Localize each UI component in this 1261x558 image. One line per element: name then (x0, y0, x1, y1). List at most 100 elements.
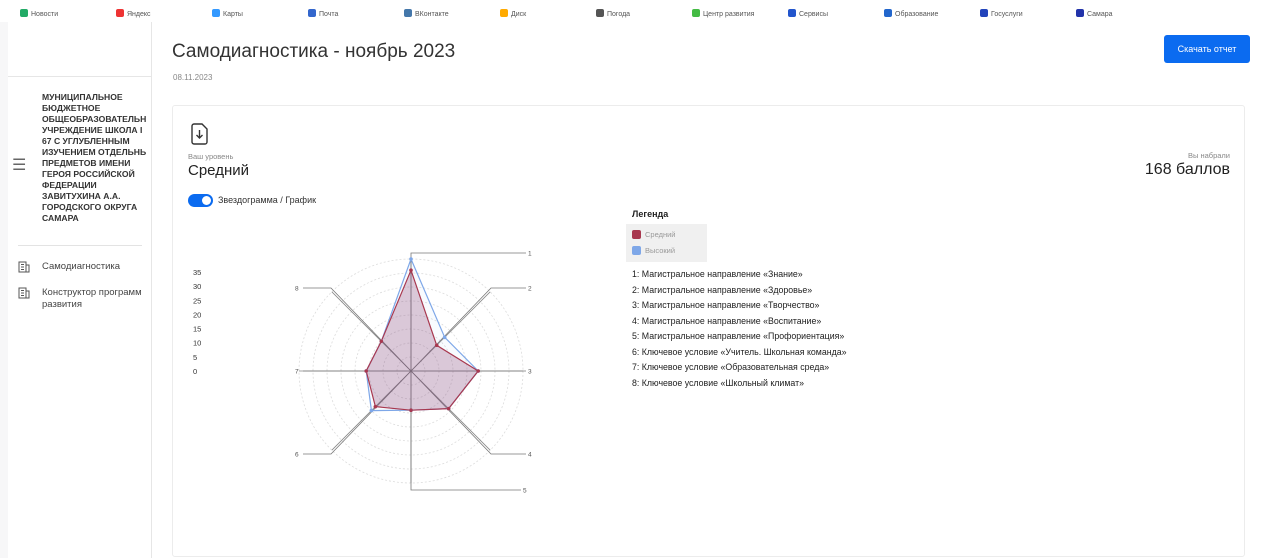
bookmark-icon (116, 9, 124, 17)
bookmark-item[interactable]: Новости (20, 9, 59, 18)
tick-label: 30 (193, 282, 201, 291)
bookmark-icon (980, 9, 988, 17)
bookmark-item[interactable]: Сервисы (788, 9, 829, 18)
radar-chart: 1 2 3 4 5 6 7 8 0 5 10 15 20 25 30 35 (193, 251, 532, 495)
tick-label: 20 (193, 310, 201, 319)
legend-title: Легенда (632, 209, 669, 219)
bookmark-item[interactable]: Погода (596, 9, 631, 18)
tick-label: 10 (193, 339, 201, 348)
bookmark-label: Сервисы (799, 11, 829, 18)
page-title: Самодиагностика - ноябрь 2023 (172, 41, 456, 62)
bookmark-icon (884, 9, 892, 17)
bookmark-item[interactable]: Центр развития (692, 9, 755, 18)
bookmark-item[interactable]: Карты (212, 9, 243, 18)
axis-description: 8: Ключевое условие «Школьный климат» (632, 377, 804, 388)
bookmark-icon (500, 9, 508, 17)
legend-series-label: Высокий (645, 246, 676, 255)
axis-label: 4 (528, 452, 532, 459)
axis-label: 3 (528, 369, 532, 376)
view-toggle[interactable] (188, 194, 213, 207)
bookmark-label: Новости (31, 11, 59, 18)
sidebar-divider (8, 76, 151, 77)
hamburger-menu-icon[interactable]: ☰ (12, 158, 26, 174)
bookmark-label: Почта (319, 11, 339, 18)
bookmark-icon (212, 9, 220, 17)
tick-label: 25 (193, 296, 201, 305)
organization-name: МУНИЦИПАЛЬНОЕ БЮДЖЕТНОЕ ОБЩЕОБРАЗОВАТЕЛЬ… (42, 92, 147, 223)
toggle-knob (202, 196, 211, 205)
score-caption: Вы набрали (1188, 151, 1230, 160)
sidebar-item-label: Самодиагностика (42, 261, 121, 272)
bookmark-label: Самара (1087, 11, 1113, 18)
sidebar-divider (18, 245, 142, 246)
bookmark-item[interactable]: ВКонтакте (404, 9, 449, 18)
tick-label: 35 (193, 268, 201, 277)
bookmark-label: Госуслуги (991, 11, 1023, 18)
axis-description: 1: Магистральное направление «Знание» (632, 269, 803, 279)
axis-label: 5 (523, 488, 527, 495)
data-point (373, 404, 378, 409)
bookmark-label: Карты (223, 11, 243, 18)
legend-swatch (632, 246, 641, 255)
data-point (364, 369, 368, 373)
level-value: Средний (188, 162, 249, 179)
bookmark-label: Яндекс (127, 11, 151, 18)
bookmark-item[interactable]: Яндекс (116, 9, 151, 18)
sidebar: ☰ МУНИЦИПАЛЬНОЕ БЮДЖЕТНОЕ ОБЩЕОБРАЗОВАТЕ… (8, 22, 152, 558)
bookmark-icon (308, 9, 316, 17)
data-point (409, 257, 413, 261)
bookmark-icon (404, 9, 412, 17)
download-document-icon[interactable] (191, 123, 209, 145)
axis-description: 7: Ключевое условие «Образовательная сре… (632, 362, 830, 372)
axis-description: 3: Магистральное направление «Творчество… (632, 300, 820, 310)
bookmark-item[interactable]: Диск (500, 9, 526, 18)
axis-label: 6 (295, 452, 299, 459)
sidebar-item-label: Конструктор программ развития (42, 287, 142, 310)
bookmark-label: ВКонтакте (415, 11, 449, 18)
legend-series-medium[interactable]: Средний (632, 230, 676, 239)
bookmark-item[interactable]: Самара (1076, 9, 1113, 18)
bookmark-label: Погода (607, 11, 631, 18)
axis-description: 6: Ключевое условие «Учитель. Школьная к… (632, 346, 847, 357)
bookmarks-bar: Новости Яндекс Карты Почта ВКонтакте Диск Пого… (0, 0, 1261, 22)
data-point (409, 268, 413, 272)
bookmark-label: Образование (895, 11, 939, 18)
tick-label: 0 (193, 367, 197, 376)
bookmark-icon (788, 9, 796, 17)
tick-label: 5 (193, 353, 197, 362)
report-date: 08.11.2023 (173, 73, 213, 82)
axis-label: 8 (295, 286, 299, 293)
data-point (369, 408, 374, 413)
data-point (434, 343, 439, 348)
axis-label: 7 (295, 369, 299, 376)
download-report-button[interactable]: Скачать отчет (1164, 35, 1250, 63)
data-point (379, 339, 384, 344)
legend-swatch (632, 230, 641, 239)
view-toggle-label: Звездограмма / График (218, 195, 317, 205)
axis-description: 4: Магистральное направление «Воспитание… (632, 315, 822, 326)
bookmark-item[interactable]: Образование (884, 9, 939, 18)
result-card: Ваш уровень Средний Вы набрали 168 балло… (172, 105, 1245, 557)
bookmark-icon (1076, 9, 1084, 17)
main-content: Самодиагностика - ноябрь 2023 08.11.2023… (152, 22, 1261, 558)
level-caption: Ваш уровень (188, 152, 234, 161)
axis-description: 2: Магистральное направление «Здоровье» (632, 284, 813, 295)
tick-label: 15 (193, 325, 201, 334)
bookmark-label: Центр развития (703, 11, 755, 18)
bookmark-item[interactable]: Почта (308, 9, 339, 18)
axis-label: 1 (528, 251, 532, 258)
axes-description-list: 1: Магистральное направление «Знание» 2:… (632, 267, 847, 391)
axis-label: 2 (528, 286, 532, 293)
data-point (442, 335, 447, 340)
bookmark-icon (20, 9, 28, 17)
data-point (409, 408, 413, 412)
legend-series-box: Средний Высокий (626, 224, 707, 262)
data-point (446, 406, 451, 411)
bookmark-item[interactable]: Госуслуги (980, 9, 1023, 18)
bookmark-icon (692, 9, 700, 17)
legend-series-high[interactable]: Высокий (632, 246, 675, 255)
legend-series-label: Средний (645, 230, 676, 239)
bookmark-icon (596, 9, 604, 17)
axis-description: 5: Магистральное направление «Профориент… (632, 331, 845, 341)
data-point (476, 369, 481, 373)
